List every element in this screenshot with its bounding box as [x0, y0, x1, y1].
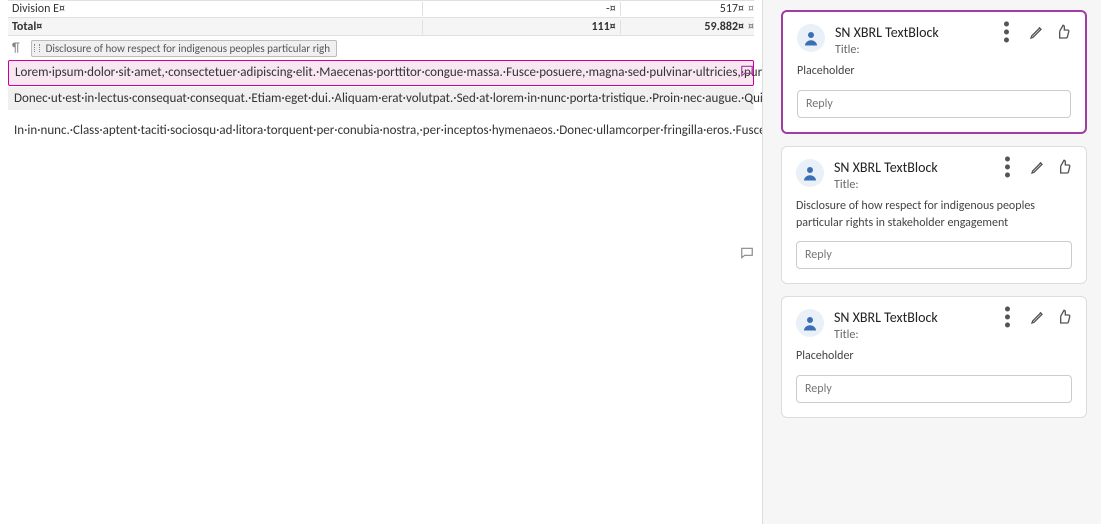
comment-card[interactable]: SN XBRL TextBlock Title: • • • Placehold…	[781, 10, 1087, 134]
comment-title-label: Title:	[834, 178, 994, 192]
more-icon[interactable]: • • •	[1003, 24, 1019, 40]
avatar	[796, 159, 824, 187]
xbrl-tag-label[interactable]: Disclosure of how respect for indigenous…	[31, 40, 337, 57]
comment-body: Placeholder	[796, 348, 1072, 365]
cell-label: Division E¤	[8, 2, 422, 16]
card-title-area: SN XBRL TextBlock Title:	[834, 159, 994, 192]
comment-title-label: Title:	[834, 328, 994, 342]
comment-bubble-icon[interactable]	[738, 64, 756, 78]
reply-input[interactable]	[797, 90, 1071, 118]
data-table: Division E¤ -¤ 517¤ ¤ Total¤ 111¤ 59.882…	[8, 0, 754, 36]
cell-value: 111¤	[422, 20, 619, 34]
card-actions: • • •	[1004, 159, 1072, 175]
edit-icon[interactable]	[1030, 309, 1046, 325]
card-header: SN XBRL TextBlock Title: • • •	[797, 24, 1071, 57]
thumbs-up-icon[interactable]	[1056, 159, 1072, 175]
avatar	[797, 24, 825, 52]
comment-author: SN XBRL TextBlock	[835, 24, 993, 41]
cell-value: -¤	[422, 2, 619, 16]
card-header: SN XBRL TextBlock Title: • • •	[796, 309, 1072, 342]
edit-icon[interactable]	[1030, 159, 1046, 175]
table-row: Division E¤ -¤ 517¤ ¤	[8, 0, 754, 18]
document-area: Division E¤ -¤ 517¤ ¤ Total¤ 111¤ 59.882…	[0, 0, 762, 524]
card-actions: • • •	[1004, 309, 1072, 325]
card-actions: • • •	[1003, 24, 1071, 40]
comment-author: SN XBRL TextBlock	[834, 159, 994, 176]
reply-input[interactable]	[796, 375, 1072, 403]
comment-title-label: Title:	[835, 43, 993, 57]
comment-bubble-icon[interactable]	[738, 246, 756, 260]
tagged-text-block-active[interactable]: Lorem·ipsum·dolor·sit·amet,·consectetuer…	[8, 60, 754, 86]
card-title-area: SN XBRL TextBlock Title:	[834, 309, 994, 342]
cell-label: Total¤	[8, 20, 422, 34]
tag-text: Disclosure of how respect for indigenous…	[46, 42, 330, 55]
more-icon[interactable]: • • •	[1004, 309, 1020, 325]
tagged-text-block[interactable]: Donec·ut·est·in·lectus·consequat·consequ…	[8, 87, 754, 111]
comment-card[interactable]: SN XBRL TextBlock Title: • • • Placehold…	[781, 296, 1087, 418]
paragraph-mark: ¶	[12, 41, 20, 56]
comment-body: Placeholder	[797, 63, 1071, 80]
card-title-area: SN XBRL TextBlock Title:	[835, 24, 993, 57]
edit-icon[interactable]	[1029, 24, 1045, 40]
cell-value: 517¤	[620, 2, 748, 16]
reply-input[interactable]	[796, 241, 1072, 269]
card-header: SN XBRL TextBlock Title: • • •	[796, 159, 1072, 192]
comment-gutter	[738, 0, 762, 524]
cell-value: 59.882¤	[620, 20, 748, 34]
body-text[interactable]: In·in·nunc.·Class·aptent·taciti·sociosqu…	[8, 111, 754, 143]
comment-author: SN XBRL TextBlock	[834, 309, 994, 326]
comments-panel: SN XBRL TextBlock Title: • • • Placehold…	[762, 0, 1101, 524]
thumbs-up-icon[interactable]	[1056, 309, 1072, 325]
comment-body: Disclosure of how respect for indigenous…	[796, 198, 1072, 232]
comment-card[interactable]: SN XBRL TextBlock Title: • • • Disclosur…	[781, 146, 1087, 285]
table-row-total: Total¤ 111¤ 59.882¤ ¤	[8, 18, 754, 36]
avatar	[796, 309, 824, 337]
app-root: Division E¤ -¤ 517¤ ¤ Total¤ 111¤ 59.882…	[0, 0, 1101, 524]
thumbs-up-icon[interactable]	[1055, 24, 1071, 40]
more-icon[interactable]: • • •	[1004, 159, 1020, 175]
